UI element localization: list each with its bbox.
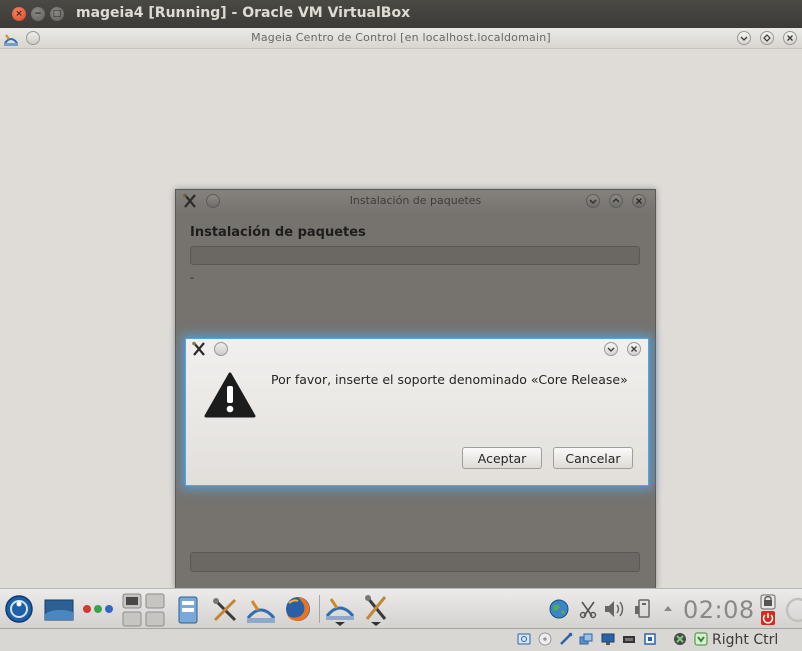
system-settings-icon[interactable] [211,596,239,624]
panel-toolbox-icon[interactable] [782,597,802,623]
vbox-status-bar: Right Ctrl [0,628,802,651]
mouse-integration-icon[interactable] [673,632,687,646]
application-menu-icon[interactable] [4,594,34,624]
install-minimize-button[interactable] [586,194,600,208]
install-heading: Instalación de paquetes [190,225,366,240]
warning-icon [204,372,256,418]
close-icon [787,35,793,41]
system-tray-expand-icon[interactable] [663,604,673,612]
clock[interactable]: 02:08 [683,596,755,624]
diamond-icon [763,34,771,42]
chevron-down-icon [740,36,748,41]
mcc-window-title: Mageia Centro de Control [en localhost.l… [251,31,551,44]
close-button[interactable] [783,31,797,45]
host-key-label: Right Ctrl [712,632,779,648]
host-titlebar: × − □ mageia4 [Running] - Oracle VM Virt… [0,0,802,28]
chevron-down-icon [589,199,597,204]
minimize-button[interactable] [737,31,751,45]
mcc-titlebar: Mageia Centro de Control [en localhost.l… [0,28,802,49]
guest-screen: Mageia Centro de Control [en localhost.l… [0,28,802,628]
file-manager-icon[interactable] [176,596,200,624]
install-progress-bar [190,246,640,265]
dialog-minimize-button[interactable] [604,342,618,356]
activities-dots-icon[interactable] [82,603,114,615]
task-installer-icon[interactable] [362,593,390,627]
host-maximize-button[interactable]: □ [50,7,64,21]
host-minimize-button[interactable]: − [31,7,45,21]
task-mcc-icon[interactable] [325,594,355,626]
cancel-button[interactable]: Cancelar [553,447,633,469]
shared-folders-icon[interactable] [579,632,593,646]
mageia-control-center-icon[interactable] [246,596,276,624]
usb-icon[interactable] [559,632,573,646]
firefox-icon[interactable] [284,595,312,623]
dialog-close-button[interactable] [627,342,641,356]
host-window-title: mageia4 [Running] - Oracle VM VirtualBox [76,5,411,21]
accept-button[interactable]: Aceptar [462,447,542,469]
cpu-icon[interactable] [643,632,657,646]
chevron-down-icon [607,347,615,352]
optical-drive-icon[interactable] [538,632,552,646]
install-maximize-button[interactable] [609,194,623,208]
install-total-progress-bar [190,552,640,572]
install-window-title: Instalación de paquetes [349,194,482,207]
chevron-up-icon [612,198,620,203]
dialog-menu-button[interactable] [214,342,228,356]
taskbar-separator [319,595,320,623]
install-status-text: - [190,271,194,284]
host-key-indicator-icon[interactable] [694,632,708,646]
host-close-button[interactable]: × [12,7,26,21]
install-close-button[interactable] [632,194,646,208]
insert-media-dialog: Por favor, inserte el soporte denominado… [185,338,649,486]
network-globe-icon[interactable] [548,598,570,620]
video-capture-icon[interactable] [622,632,636,646]
install-window-titlebar: Instalación de paquetes [176,190,655,212]
lock-logout-icon[interactable] [759,593,777,627]
removable-device-icon[interactable] [632,598,654,620]
dialog-titlebar [186,339,648,359]
hard-disk-icon[interactable] [517,632,531,646]
maximize-button[interactable] [760,31,774,45]
clipboard-scissors-icon[interactable] [578,599,598,619]
close-icon [631,346,637,352]
guest-taskbar: 02:08 [0,588,802,628]
volume-icon[interactable] [603,598,627,620]
display-icon[interactable] [601,632,615,646]
close-icon [636,198,642,204]
dialog-message: Por favor, inserte el soporte denominado… [271,372,628,387]
virtual-desktop-pager[interactable] [122,593,166,627]
tools-icon [192,341,205,356]
show-desktop-icon[interactable] [44,599,74,621]
